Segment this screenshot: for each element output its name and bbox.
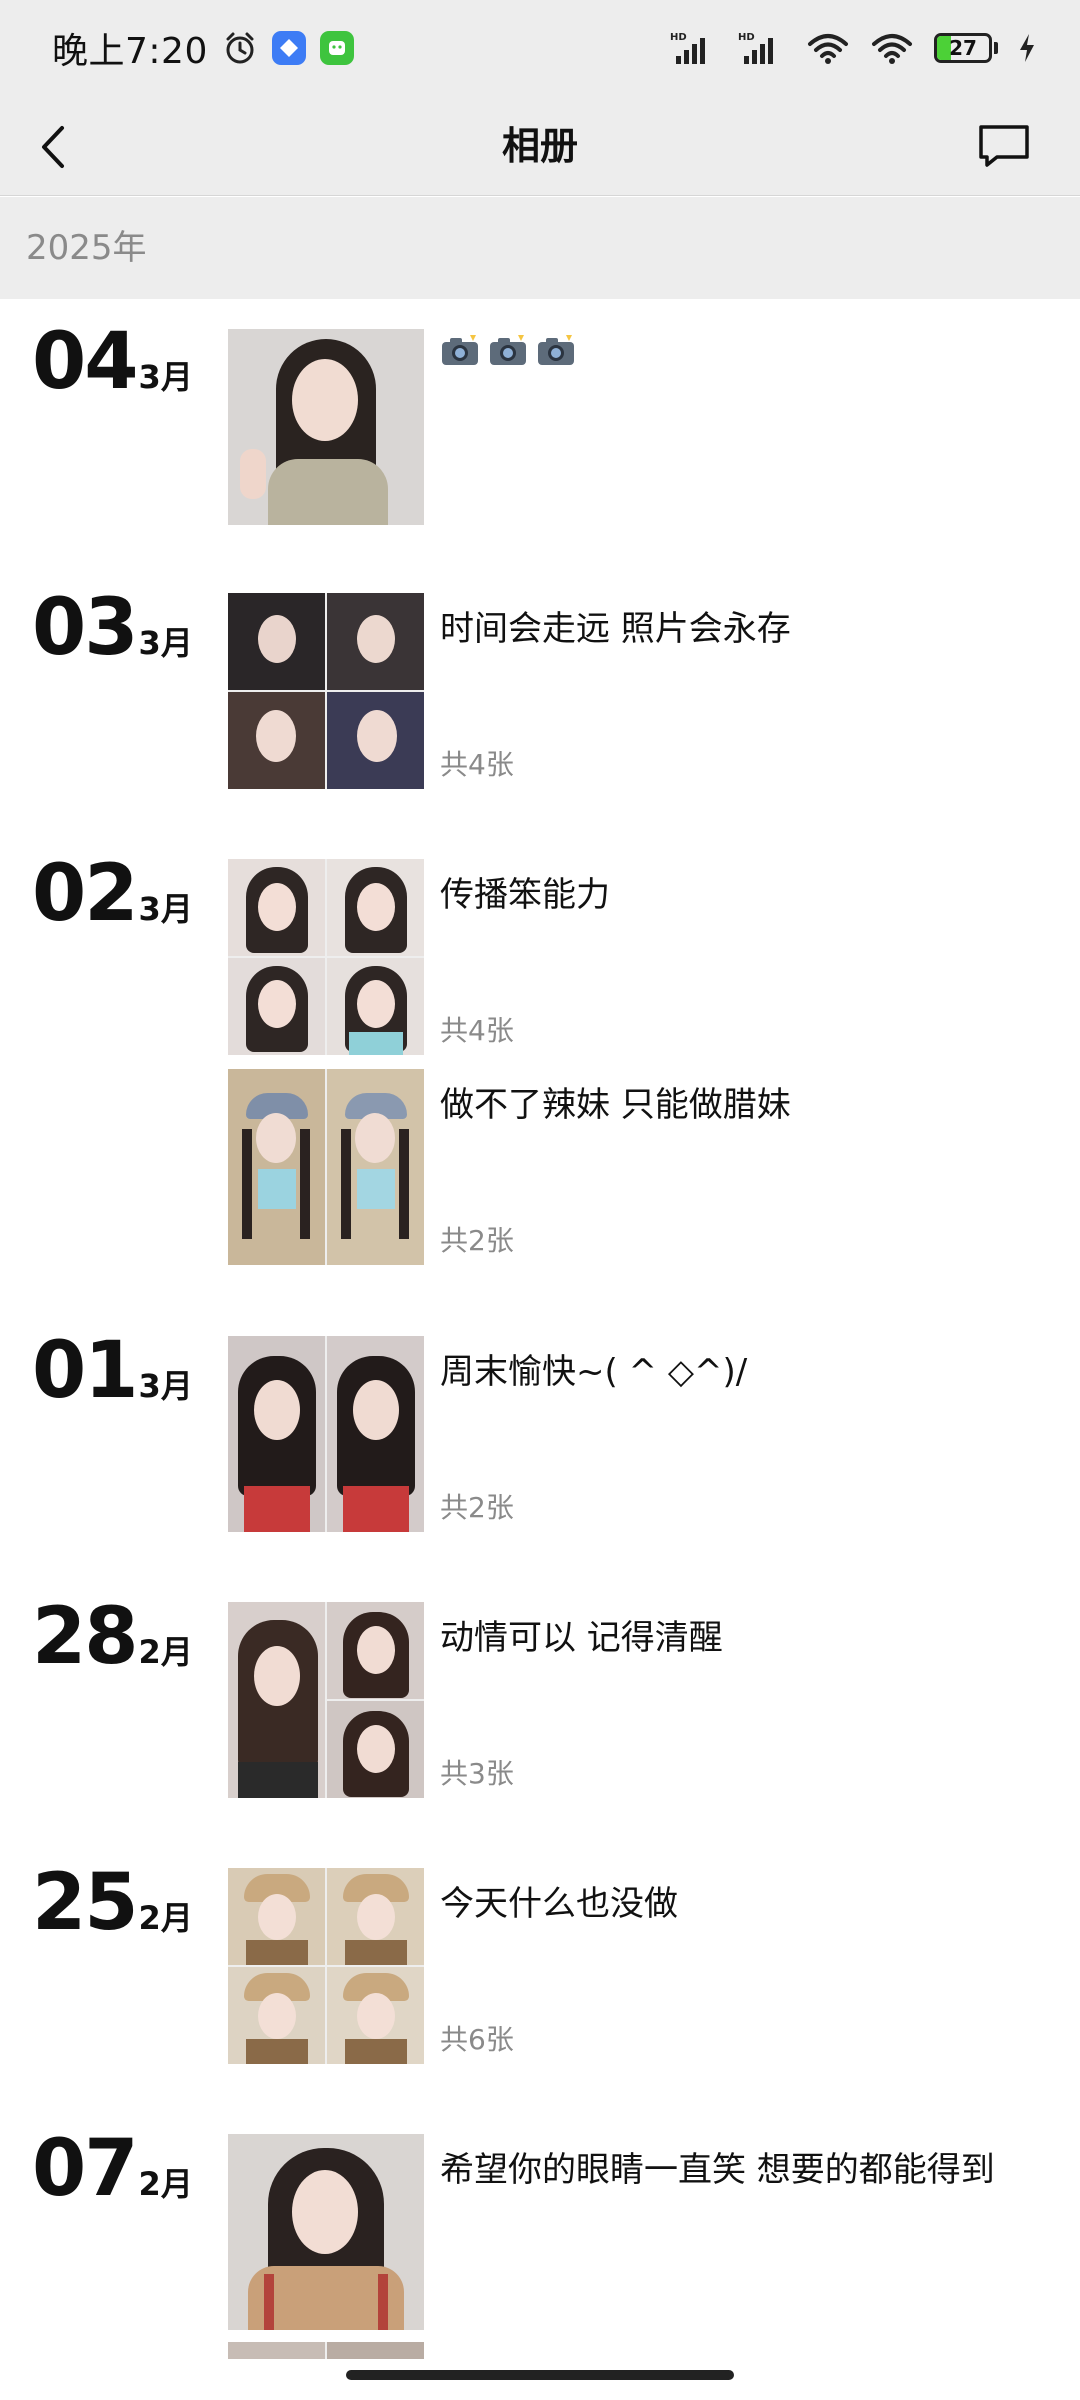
photo-thumbnail[interactable]: [228, 1336, 424, 1532]
date-day: 02: [32, 849, 139, 939]
photo-thumbnail[interactable]: [228, 2342, 424, 2359]
home-indicator[interactable]: [346, 2370, 734, 2380]
date-label: 28 2月: [32, 1598, 193, 1676]
post-entry[interactable]: 今天什么也没做 共6张: [228, 1868, 1048, 2064]
post-caption: 今天什么也没做: [440, 1884, 678, 1924]
wifi-icon: [806, 30, 850, 66]
year-header: 2025年: [0, 197, 1080, 299]
photo-count: 共3张: [440, 1757, 514, 1790]
post-caption: 时间会走远 照片会永存: [440, 609, 791, 649]
date-month: 2月: [138, 2165, 193, 2203]
photo-thumbnail[interactable]: [228, 1868, 424, 2064]
date-label: 04 3月: [32, 323, 193, 401]
page-title: 相册: [501, 124, 578, 168]
photo-thumbnail[interactable]: [228, 1602, 424, 1798]
photo-thumbnail[interactable]: [228, 1069, 424, 1265]
date-day: 01: [32, 1326, 139, 1416]
photo-thumbnail[interactable]: [228, 859, 424, 1055]
alarm-icon: [222, 30, 258, 66]
status-time: 晚上7:20: [52, 31, 208, 72]
bolt-icon: [1018, 33, 1036, 63]
status-right: HD HD 27: [670, 30, 1036, 66]
photo-count: 共2张: [440, 1491, 514, 1524]
app-notification-icon: [319, 31, 354, 65]
camera-flash-icon: [538, 335, 574, 365]
battery-indicator: 27: [934, 33, 998, 63]
post-entry[interactable]: 做不了辣妹 只能做腊妹 共2张: [228, 1069, 1048, 1265]
date-label: 25 2月: [32, 1864, 193, 1942]
signal-icon: HD: [738, 30, 786, 66]
photo-thumbnail[interactable]: [228, 2134, 424, 2330]
year-label: 2025年: [26, 228, 147, 268]
date-day: 07: [32, 2124, 139, 2214]
post-entry[interactable]: 希望你的眼睛一直笑 想要的都能得到: [228, 2134, 1048, 2330]
date-day: 03: [32, 583, 139, 673]
post-entry[interactable]: [228, 2342, 1048, 2359]
date-day: 25: [32, 1858, 139, 1948]
date-day: 04: [32, 317, 139, 407]
post-entry[interactable]: 动情可以 记得清醒 共3张: [228, 1602, 1048, 1798]
photo-count: 共6张: [440, 2023, 514, 2056]
date-month: 2月: [138, 1899, 193, 1937]
signal-icon: HD: [670, 30, 718, 66]
wifi-icon: [870, 30, 914, 66]
photo-thumbnail[interactable]: [228, 593, 424, 789]
post-entry[interactable]: 传播笨能力 共4张: [228, 859, 1048, 1055]
date-month: 3月: [138, 1367, 193, 1405]
date-label: 03 3月: [32, 589, 193, 667]
date-month: 2月: [138, 1633, 193, 1671]
post-caption: 周末愉快~( ^ ◇^)/: [440, 1352, 748, 1392]
status-left: 晚上7:20: [52, 22, 354, 74]
camera-flash-icon: [490, 335, 526, 365]
post-caption: [440, 333, 576, 367]
camera-emoji-row: [440, 333, 576, 367]
photo-count: 共4张: [440, 748, 514, 781]
nav-bar: 相册: [0, 96, 1080, 196]
photo-count: 共2张: [440, 1224, 514, 1257]
post-caption: 做不了辣妹 只能做腊妹: [440, 1085, 791, 1125]
date-month: 3月: [138, 358, 193, 396]
date-day: 28: [32, 1592, 139, 1682]
message-icon[interactable]: [974, 116, 1034, 176]
photo-count: 共4张: [440, 1014, 514, 1047]
date-month: 3月: [138, 890, 193, 928]
photo-thumbnail[interactable]: [228, 329, 424, 525]
svg-text:HD: HD: [670, 32, 687, 43]
date-label: 01 3月: [32, 1332, 193, 1410]
post-caption: 希望你的眼睛一直笑 想要的都能得到: [440, 2150, 995, 2190]
post-entry[interactable]: 时间会走远 照片会永存 共4张: [228, 593, 1048, 789]
post-entry[interactable]: [228, 329, 1048, 525]
battery-text: 27: [949, 36, 977, 60]
status-bar: 晚上7:20 HD HD 27: [0, 0, 1080, 96]
date-label: 07 2月: [32, 2130, 193, 2208]
app-notification-icon: [271, 31, 306, 65]
post-entry[interactable]: 周末愉快~( ^ ◇^)/ 共2张: [228, 1336, 1048, 1532]
svg-text:HD: HD: [738, 32, 755, 43]
post-caption: 传播笨能力: [440, 875, 610, 915]
date-month: 3月: [138, 624, 193, 662]
date-label: 02 3月: [32, 855, 193, 933]
camera-flash-icon: [442, 335, 478, 365]
album-feed[interactable]: 04 3月 03 3月 时间会走远 照片会永存 共4张 02 3月 传播笨能力 …: [0, 299, 1080, 2359]
post-caption: 动情可以 记得清醒: [440, 1618, 723, 1658]
